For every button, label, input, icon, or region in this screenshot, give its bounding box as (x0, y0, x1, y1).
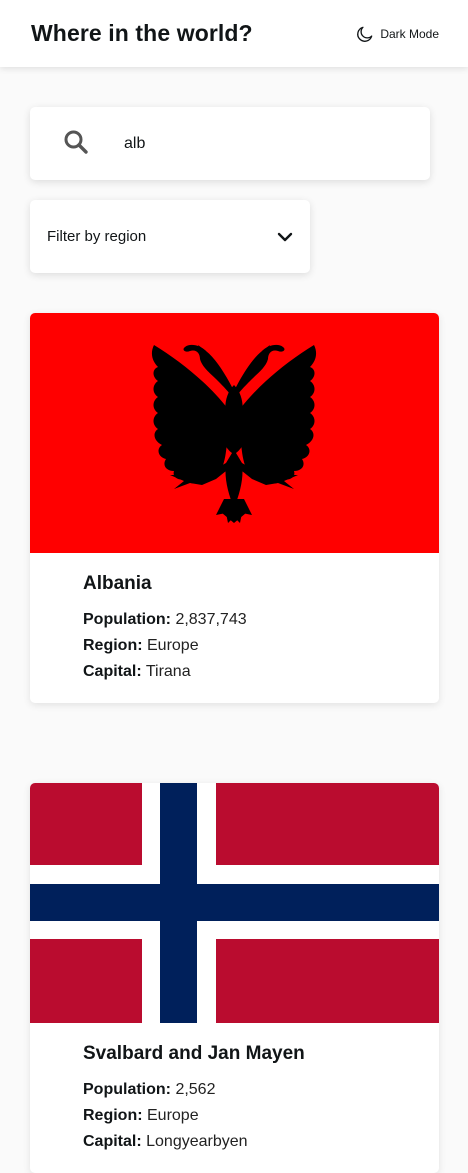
capital-label: Capital: (83, 1133, 142, 1150)
population-stat: Population: 2,562 (83, 1077, 439, 1103)
search-icon[interactable] (63, 129, 89, 160)
population-value: 2,837,743 (175, 611, 247, 628)
chevron-down-icon (276, 228, 294, 251)
region-stat: Region: Europe (83, 1103, 439, 1129)
population-label: Population: (83, 1081, 171, 1098)
region-label: Region: (83, 637, 143, 654)
flag-albania (30, 313, 439, 553)
population-stat: Population: 2,837,743 (83, 607, 439, 633)
capital-stat: Capital: Tirana (83, 659, 439, 685)
population-label: Population: (83, 611, 171, 628)
dark-mode-label: Dark Mode (380, 26, 439, 41)
capital-label: Capital: (83, 663, 142, 680)
country-name: Svalbard and Jan Mayen (83, 1043, 305, 1064)
capital-value: Longyearbyen (146, 1133, 248, 1150)
capital-value: Tirana (145, 663, 191, 680)
capital-stat: Capital: Longyearbyen (83, 1129, 439, 1155)
app-title: Where in the world? (31, 20, 253, 46)
region-filter-label: Filter by region (47, 228, 147, 245)
region-filter-select[interactable]: Filter by region (30, 200, 310, 273)
search-box[interactable] (30, 107, 430, 180)
moon-icon (355, 24, 375, 44)
region-value: Europe (147, 1107, 199, 1124)
region-label: Region: (83, 1107, 143, 1124)
country-card[interactable]: Albania Population: 2,837,743 Region: Eu… (30, 313, 439, 703)
flag-svalbard-and-jan-mayen (30, 783, 439, 1023)
region-value: Europe (147, 637, 199, 654)
country-card[interactable]: Svalbard and Jan Mayen Population: 2,562… (30, 783, 439, 1173)
population-value: 2,562 (175, 1081, 216, 1098)
search-input[interactable] (124, 131, 404, 157)
region-stat: Region: Europe (83, 633, 439, 659)
app-header: Where in the world? Dark Mode (0, 0, 468, 67)
dark-mode-toggle[interactable]: Dark Mode (355, 24, 439, 44)
country-name: Albania (83, 573, 152, 594)
